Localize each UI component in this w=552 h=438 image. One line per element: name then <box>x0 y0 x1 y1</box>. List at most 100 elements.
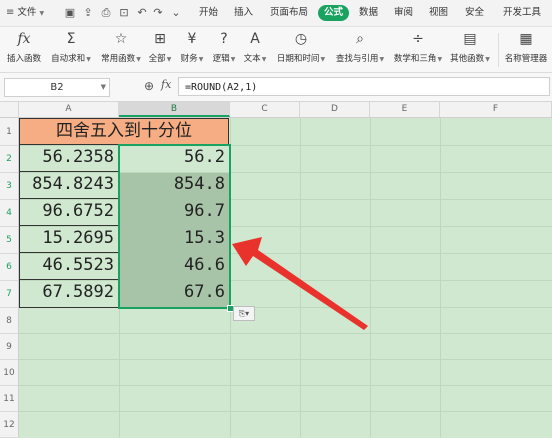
print-preview-icon[interactable]: ⊡ <box>118 7 130 19</box>
formula-input[interactable]: =ROUND(A2,1) <box>178 77 550 96</box>
row-header-2[interactable]: 2 <box>0 146 18 173</box>
export-icon[interactable]: ⇪ <box>82 7 94 19</box>
gridline <box>19 359 552 360</box>
ribbon: fx 插入函数 Σ 自动求和▼ ☆ 常用函数▼ ⊞ 全部▼ ¥ 财务▼ ? 逻辑… <box>0 27 552 73</box>
other-functions-button[interactable]: ▤ 其他函数▼ <box>448 29 492 71</box>
name-box-value: B2 <box>50 82 64 93</box>
selection-border <box>118 144 231 309</box>
datetime-button[interactable]: ◷ 日期和时间▼ <box>274 29 328 71</box>
fx-icon[interactable]: fx <box>161 78 171 91</box>
insert-function-button[interactable]: fx 插入函数 <box>4 29 44 71</box>
formula-bar: B2 ▼ ⊕ fx =ROUND(A2,1) <box>0 73 552 102</box>
finance-button[interactable]: ¥ 财务▼ <box>180 29 204 71</box>
row-header-7[interactable]: 7 <box>0 281 18 308</box>
row-header-9[interactable]: 9 <box>0 334 18 360</box>
column-header-e[interactable]: E <box>370 102 440 117</box>
tab-review[interactable]: 审阅 <box>394 0 413 26</box>
worksheet-grid[interactable]: 四舍五入到十分位 56.2358 854.8243 96.6752 15.269… <box>19 118 552 437</box>
math-icon: ÷ <box>412 31 424 47</box>
tab-security[interactable]: 安全 <box>465 0 484 26</box>
text-button[interactable]: A 文本▼ <box>243 29 267 71</box>
column-header-bar: A B C D E F <box>0 102 552 118</box>
gridline <box>19 385 552 386</box>
chevron-down-icon[interactable]: ▼ <box>101 79 106 96</box>
chevron-down-icon: ▼ <box>198 56 204 63</box>
lookup-button[interactable]: ⌕ 查找与引用▼ <box>333 29 387 71</box>
row-header-12[interactable]: 12 <box>0 412 18 438</box>
insert-function-label: 插入函数 <box>6 54 41 64</box>
autosum-button[interactable]: Σ 自动求和▼ <box>48 29 94 71</box>
all-functions-icon: ⊞ <box>154 31 166 47</box>
autosum-label: 自动求和 <box>51 54 86 64</box>
column-header-c[interactable]: C <box>230 102 300 117</box>
title-cell[interactable]: 四舍五入到十分位 <box>19 118 229 145</box>
text-a-icon: A <box>250 31 260 47</box>
other-functions-label: 其他函数 <box>450 54 485 64</box>
tab-formulas[interactable]: 公式 <box>318 5 350 21</box>
finance-label: 财务 <box>180 54 198 64</box>
question-icon: ? <box>220 31 228 47</box>
undo-icon[interactable]: ↶ <box>136 7 148 19</box>
column-header-a[interactable]: A <box>19 102 119 117</box>
clock-icon: ◷ <box>294 31 308 47</box>
file-menu-label: 文件 <box>17 7 37 18</box>
cell-a3[interactable]: 854.8243 <box>19 171 119 198</box>
cell-a7[interactable]: 67.5892 <box>19 279 119 306</box>
tab-insert[interactable]: 插入 <box>234 0 253 26</box>
lookup-label: 查找与引用 <box>335 54 379 64</box>
star-function-icon: ☆ <box>114 31 128 47</box>
name-manager-button[interactable]: ▦ 名称管理器 <box>502 29 550 71</box>
fx-icon: fx <box>17 31 31 47</box>
print-icon[interactable]: ⎙ <box>100 7 112 19</box>
common-functions-label: 常用函数 <box>101 54 136 64</box>
row-header-6[interactable]: 6 <box>0 254 18 281</box>
save-icon[interactable]: ▣ <box>64 7 76 19</box>
row-header-1[interactable]: 1 <box>0 118 18 146</box>
row-header-11[interactable]: 11 <box>0 386 18 412</box>
cell-a4[interactable]: 96.6752 <box>19 198 119 225</box>
row-header-bar: 1 2 3 4 5 6 7 8 9 10 11 12 <box>0 118 19 438</box>
file-menu[interactable]: ≡ 文件 ▼ <box>6 0 44 26</box>
common-functions-button[interactable]: ☆ 常用函数▼ <box>98 29 144 71</box>
logic-button[interactable]: ? 逻辑▼ <box>212 29 236 71</box>
more-icon[interactable]: ⌄ <box>170 7 182 19</box>
gridline <box>300 118 301 437</box>
row-header-8[interactable]: 8 <box>0 308 18 334</box>
chevron-down-icon: ▼ <box>166 56 172 63</box>
row-header-4[interactable]: 4 <box>0 200 18 227</box>
tab-page-layout[interactable]: 页面布局 <box>270 0 308 26</box>
cell-a2[interactable]: 56.2358 <box>19 144 119 171</box>
column-header-b[interactable]: B <box>119 102 230 117</box>
ribbon-divider <box>498 33 499 67</box>
all-functions-button[interactable]: ⊞ 全部▼ <box>148 29 172 71</box>
paste-options-icon[interactable]: ⎘▾ <box>233 306 255 321</box>
chevron-down-icon: ▼ <box>39 10 45 17</box>
chevron-down-icon: ▼ <box>261 56 267 63</box>
row-header-10[interactable]: 10 <box>0 360 18 386</box>
chevron-down-icon: ▼ <box>230 56 236 63</box>
menu-bar: ≡ 文件 ▼ ▣ ⇪ ⎙ ⊡ ↶ ↷ ⌄ 开始 插入 页面布局 公式 数据 审阅… <box>0 0 552 27</box>
zoom-icon[interactable]: ⊕ <box>142 79 156 93</box>
name-manager-icon: ▦ <box>519 31 533 47</box>
tab-home[interactable]: 开始 <box>199 0 218 26</box>
tab-data[interactable]: 数据 <box>359 0 378 26</box>
column-header-d[interactable]: D <box>300 102 370 117</box>
name-box[interactable]: B2 ▼ <box>4 78 110 97</box>
gridline <box>370 118 371 437</box>
math-button[interactable]: ÷ 数学和三角▼ <box>391 29 445 71</box>
tab-view[interactable]: 视图 <box>429 0 448 26</box>
column-header-f[interactable]: F <box>440 102 552 117</box>
redo-icon[interactable]: ↷ <box>152 7 164 19</box>
chevron-down-icon: ▼ <box>379 56 385 63</box>
other-functions-icon: ▤ <box>463 31 477 47</box>
gridline <box>19 411 552 412</box>
cell-a6[interactable]: 46.5523 <box>19 252 119 279</box>
chevron-down-icon: ▼ <box>136 56 141 63</box>
row-header-5[interactable]: 5 <box>0 227 18 254</box>
select-all-corner[interactable] <box>0 102 19 117</box>
cell-a5[interactable]: 15.2695 <box>19 225 119 252</box>
row-header-3[interactable]: 3 <box>0 173 18 200</box>
tab-developer[interactable]: 开发工具 <box>503 0 541 26</box>
sigma-icon: Σ <box>66 31 76 47</box>
datetime-label: 日期和时间 <box>276 54 320 64</box>
